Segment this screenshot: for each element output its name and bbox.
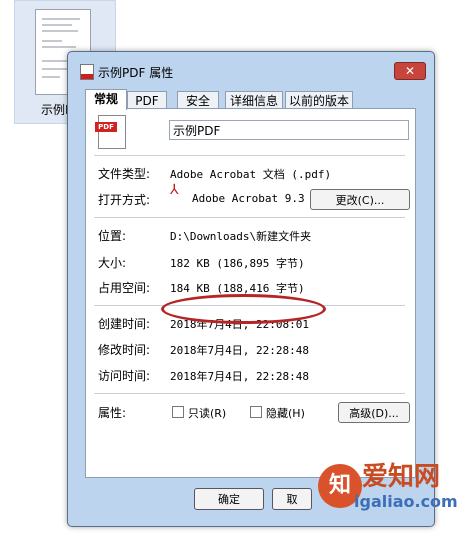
tab-general[interactable]: 常规: [85, 89, 127, 110]
cancel-button[interactable]: 取: [272, 488, 312, 510]
file-name-input[interactable]: 示例PDF: [169, 120, 409, 140]
divider: [94, 155, 405, 156]
watermark-url: igaliao.com: [354, 492, 458, 511]
hidden-checkbox[interactable]: [250, 406, 262, 418]
divider: [94, 217, 405, 218]
hidden-label[interactable]: 隐藏(H): [266, 405, 305, 421]
watermark-title: 爱知网: [362, 462, 441, 492]
attributes-label: 属性:: [98, 406, 127, 420]
readonly-label[interactable]: 只读(R): [188, 405, 226, 421]
change-button[interactable]: 更改(C)...: [310, 189, 410, 210]
location-value: D:\Downloads\新建文件夹: [170, 230, 312, 243]
size-label: 大小:: [98, 256, 127, 270]
watermark-logo: 知 爱知网 igaliao.com: [318, 456, 468, 534]
tab-previous-versions[interactable]: 以前的版本: [285, 91, 353, 109]
pdf-icon-label: PDF: [95, 122, 117, 132]
size-highlight-ellipse: [161, 294, 326, 324]
close-button[interactable]: ✕: [394, 62, 426, 80]
advanced-button[interactable]: 高级(D)...: [338, 402, 410, 423]
pdf-file-icon: PDF: [95, 115, 126, 149]
created-label: 创建时间:: [98, 317, 151, 331]
window-title: 示例PDF 属性: [98, 66, 174, 80]
file-type-label: 文件类型:: [98, 167, 151, 181]
size-on-disk-label: 占用空间:: [98, 281, 151, 295]
tab-details[interactable]: 详细信息: [225, 91, 283, 109]
tab-security[interactable]: 安全: [177, 91, 219, 109]
pdf-document-icon: [80, 64, 94, 80]
modified-value: 2018年7月4日, 22:28:48: [170, 344, 309, 357]
accessed-value: 2018年7月4日, 22:28:48: [170, 370, 309, 383]
file-type-value: Adobe Acrobat 文档 (.pdf): [170, 168, 332, 181]
general-panel: PDF 示例PDF 文件类型: Adobe Acrobat 文档 (.pdf) …: [85, 108, 416, 478]
size-value: 182 KB (186,895 字节): [170, 257, 305, 270]
readonly-checkbox[interactable]: [172, 406, 184, 418]
divider: [94, 393, 405, 394]
location-label: 位置:: [98, 229, 127, 243]
accessed-label: 访问时间:: [98, 369, 151, 383]
ok-button[interactable]: 确定: [194, 488, 264, 510]
title-bar[interactable]: 示例PDF 属性 ✕: [68, 52, 434, 86]
opens-with-label: 打开方式:: [98, 193, 151, 207]
opens-with-value: Adobe Acrobat 9.3: [192, 192, 305, 205]
modified-label: 修改时间:: [98, 343, 151, 357]
tab-pdf[interactable]: PDF: [127, 91, 167, 109]
acrobat-icon: ⅄: [170, 182, 179, 198]
